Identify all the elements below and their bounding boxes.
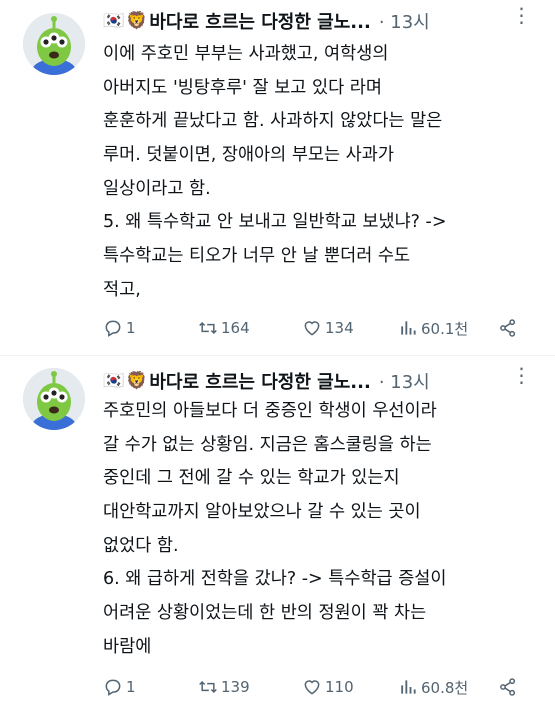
tweet-text-line: 주호민의 아들보다 더 중증인 학생이 우선이라 [103,401,437,421]
author-name[interactable]: 바다로 흐르는 다정한 글노... [149,8,370,34]
timestamp[interactable]: · 13시 [379,8,430,34]
tweet-text-line: 대안학교까지 알아보았으나 갈 수 있는 곳이 [103,502,421,523]
avatar[interactable] [23,368,85,430]
share-button[interactable] [498,315,521,341]
avatar[interactable] [23,13,85,75]
tweet-text-line: 없었다 함. [103,535,179,556]
tweet-feed: 🇰🇷 🦁 바다로 흐르는 다정한 글노... · 13시 ⋮ 이에 주호민 부부… [0,0,555,709]
retweet-icon [199,321,217,335]
tweet-text: 주호민의 아들보다 더 중증인 학생이 우선이라 갈 수가 없는 상황임. 지금… [103,395,533,665]
retweet-count: 164 [221,319,250,337]
reply-count: 1 [126,319,136,337]
like-count: 110 [325,678,354,696]
retweet-icon [199,680,217,694]
korea-flag-icon: 🇰🇷 [103,11,125,31]
heart-icon [304,680,320,695]
korea-flag-icon: 🇰🇷 [103,371,125,391]
view-count: 60.8천 [421,678,469,697]
tweet-text-line: 일상이라고 함. [103,178,211,199]
retweet-count: 139 [221,678,250,696]
author-name[interactable]: 바다로 흐르는 다정한 글노... [149,368,370,394]
retweet-button[interactable]: 139 [198,674,250,700]
tweet[interactable]: 🇰🇷 🦁 바다로 흐르는 다정한 글노... · 13시 ⋮ 이에 주호민 부부… [0,0,555,355]
reply-icon [105,679,121,696]
tweet-header: 🇰🇷 🦁 바다로 흐르는 다정한 글노... · 13시 [103,368,430,394]
reply-button[interactable]: 1 [103,674,136,700]
tweet-text-line: 루머. 덧붙이면, 장애아의 부모는 사과가 [103,145,394,166]
reply-button[interactable]: 1 [103,315,136,341]
tweet-text-line: 바람에 [103,636,152,657]
tweet-text-line: 이에 주호민 부부는 사과했고, 여학생의 [103,44,389,64]
views-chart-icon [401,680,416,694]
tweet-text-line: 중인데 그 전에 갈 수 있는 학교가 있는지 [103,468,400,489]
retweet-button[interactable]: 164 [198,315,250,341]
tweet-text-line: 훈훈하게 끝났다고 함. 사과하지 않았다는 말은 [103,111,443,132]
lion-emoji-icon: 🦁 [126,11,148,31]
like-count: 134 [325,319,354,337]
tweet-text-line: 특수학교는 티오가 너무 안 날 뿐더러 수도 [103,246,411,267]
tweet-text-line: 아버지도 '빙탕후루' 잘 보고 있다 라며 [103,77,382,98]
heart-icon [304,321,320,336]
views-button[interactable]: 60.1천 [398,315,468,341]
views-chart-icon [401,321,416,335]
tweet-text-line: 갈 수가 없는 상황임. 지금은 홈스쿨링을 하는 [103,434,432,455]
tweet-actions: 1 139 110 60.8천 [103,674,533,700]
tweet[interactable]: 🇰🇷 🦁 바다로 흐르는 다정한 글노... · 13시 ⋮ 주호민의 아들보다… [0,356,555,709]
tweet-text-line: 6. 왜 급하게 전학을 갔나? -> 특수학급 증설이 [103,569,447,590]
reply-icon [105,320,121,337]
tweet-text-line: 5. 왜 특수학교 안 보내고 일반학교 보냈냐? -> [103,212,447,233]
more-dots-icon[interactable]: ⋮ [507,365,537,394]
views-button[interactable]: 60.8천 [398,674,468,700]
share-button[interactable] [498,674,521,700]
view-count: 60.1천 [421,319,469,338]
like-button[interactable]: 134 [302,315,354,341]
reply-count: 1 [126,678,136,696]
timestamp[interactable]: · 13시 [379,368,430,394]
more-dots-icon[interactable]: ⋮ [507,5,537,34]
tweet-text-line: 어려운 상황이었는데 한 반의 정원이 꽉 차는 [103,603,427,624]
tweet-header: 🇰🇷 🦁 바다로 흐르는 다정한 글노... · 13시 [103,8,430,34]
share-icon [500,319,516,337]
alien-avatar-image [23,368,85,430]
share-icon [500,678,516,696]
alien-avatar-image [23,13,85,75]
like-button[interactable]: 110 [302,674,354,700]
tweet-text: 이에 주호민 부부는 사과했고, 여학생의 아버지도 '빙탕후루' 잘 보고 있… [103,38,533,308]
tweet-actions: 1 164 134 60.1천 [103,315,533,341]
tweet-text-line: 적고, [103,279,141,300]
lion-emoji-icon: 🦁 [126,371,148,391]
